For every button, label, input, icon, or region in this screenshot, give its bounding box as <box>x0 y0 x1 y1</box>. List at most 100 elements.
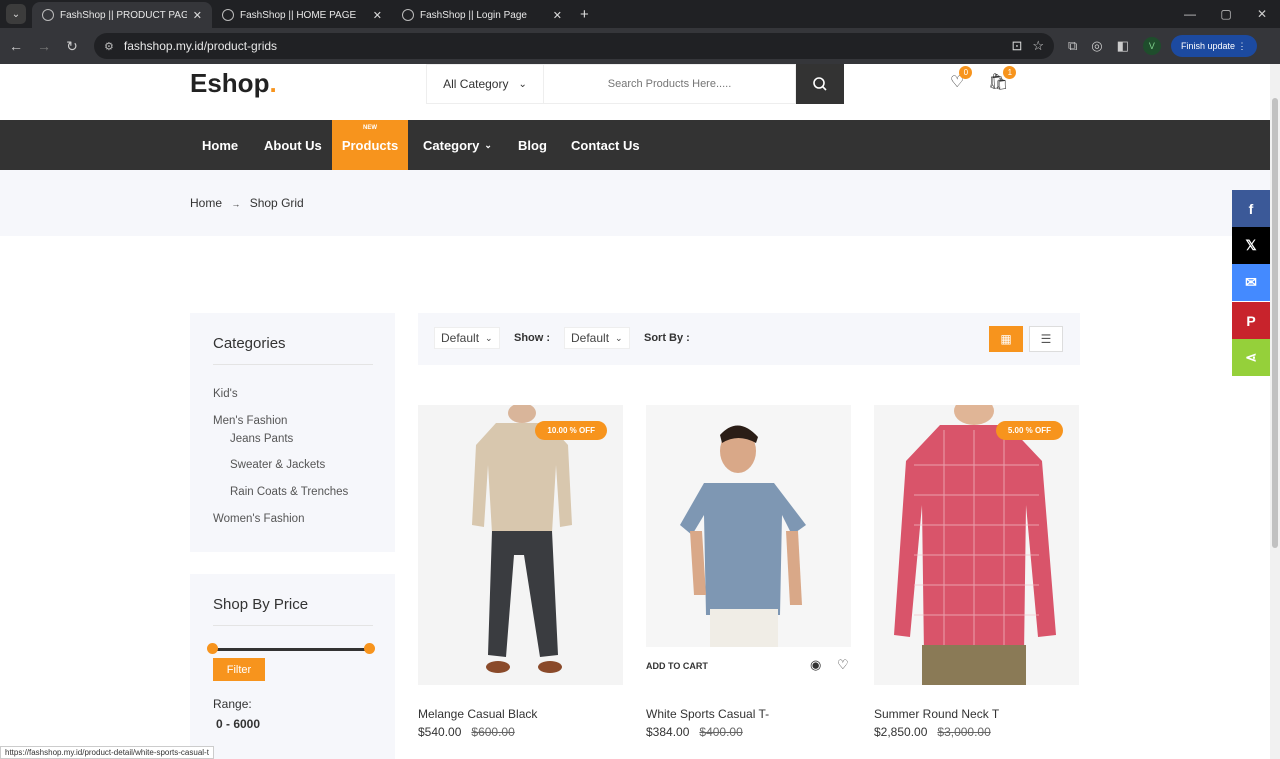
search-field-wrap <box>544 64 796 104</box>
share-icon: ⋖ <box>1245 349 1257 365</box>
discount-badge: 5.00 % OFF <box>995 421 1063 440</box>
product-card[interactable]: ADD TO CART ◉ ♡ White Sports Casual T- $… <box>646 405 851 739</box>
share-messenger-button[interactable]: ✉ <box>1232 264 1270 301</box>
scrollbar-thumb[interactable] <box>1272 98 1278 548</box>
product-card[interactable]: 5.00 % OFF Summer Round Neck T $2,850.00… <box>874 405 1079 739</box>
search-button[interactable] <box>796 64 844 104</box>
price-slider-track[interactable] <box>212 648 370 651</box>
chevron-down-icon: ⌄ <box>518 78 527 90</box>
tab-search-chevron-icon[interactable]: ⌄ <box>6 4 26 24</box>
nav-products[interactable]: NEW Products <box>332 120 408 170</box>
nav-blog[interactable]: Blog <box>518 120 547 170</box>
tab-title: FashShop || HOME PAGE <box>240 9 357 21</box>
nav-category-label: Category <box>423 137 480 153</box>
divider <box>213 625 373 626</box>
omnibox[interactable]: ⚙ fashshop.my.id/product-grids ⊡ ☆ <box>94 33 1054 59</box>
tab-product-page[interactable]: FashShop || PRODUCT PAGE ✕ <box>32 2 212 28</box>
product-image[interactable]: 10.00 % OFF <box>418 405 623 685</box>
sort-select[interactable]: Default ⌄ <box>564 327 630 349</box>
x-icon: 𝕏 <box>1245 237 1257 253</box>
nav-contact-us[interactable]: Contact Us <box>571 120 640 170</box>
minimize-icon[interactable]: — <box>1172 7 1208 21</box>
forward-icon[interactable]: → <box>30 38 58 54</box>
breadcrumb-trail: Home → Shop Grid <box>190 196 304 210</box>
discount-badge: 10.00 % OFF <box>535 421 607 440</box>
install-app-icon[interactable]: ⊡ <box>1011 38 1022 54</box>
side-panel-icon[interactable]: ◧ <box>1117 38 1129 54</box>
back-icon[interactable]: ← <box>2 38 30 54</box>
grid-view-button[interactable]: ▦ <box>989 326 1023 352</box>
wishlist-icon[interactable]: ♡ 0 <box>950 66 973 92</box>
nav-about-us[interactable]: About Us <box>264 120 322 170</box>
category-sweater-jackets[interactable]: Sweater & Jackets <box>230 459 325 471</box>
extensions-icon[interactable]: ⧉ <box>1068 38 1077 54</box>
category-kids[interactable]: Kid's <box>213 388 238 400</box>
tab-login-page[interactable]: FashShop || Login Page ✕ <box>392 2 572 28</box>
search-input[interactable] <box>559 78 780 90</box>
category-womens-fashion[interactable]: Women's Fashion <box>213 513 304 525</box>
product-image[interactable]: ADD TO CART ◉ ♡ <box>646 405 851 685</box>
list-view-button[interactable]: ☰ <box>1029 326 1063 352</box>
category-jeans-pants[interactable]: Jeans Pants <box>230 433 293 445</box>
close-window-icon[interactable]: ✕ <box>1244 7 1280 21</box>
messenger-icon: ✉ <box>1245 274 1257 290</box>
performance-icon[interactable]: ◎ <box>1091 38 1102 54</box>
nav-category[interactable]: Category ⌄ <box>423 120 492 170</box>
share-facebook-button[interactable]: f <box>1232 190 1270 227</box>
new-tab-icon[interactable]: + <box>580 6 589 23</box>
wishlist-heart-icon[interactable]: ♡ <box>837 657 849 673</box>
browser-tab-strip: ⌄ FashShop || PRODUCT PAGE ✕ FashShop ||… <box>0 0 1280 28</box>
sort-select-value: Default <box>571 331 610 345</box>
share-pinterest-button[interactable]: P <box>1232 302 1270 339</box>
product-card[interactable]: 10.00 % OFF Melange Casual Black $540.00… <box>418 405 623 739</box>
product-hover-actions: ADD TO CART ◉ ♡ <box>646 647 851 685</box>
profile-avatar[interactable]: V <box>1142 37 1161 55</box>
product-photo-red-check-shirt <box>874 405 1079 685</box>
cart-icon[interactable]: 🛍 1 <box>988 66 1017 92</box>
categories-box: Categories Kid's Men's Fashion Jeans Pan… <box>190 313 395 552</box>
quick-view-eye-icon[interactable]: ◉ <box>810 657 821 673</box>
category-rain-coats[interactable]: Rain Coats & Trenches <box>230 486 348 498</box>
show-select[interactable]: Default ⌄ <box>434 327 500 349</box>
site-logo[interactable]: Eshop. <box>190 68 277 99</box>
logo-dot: . <box>269 68 277 98</box>
range-label: Range: <box>213 697 252 711</box>
grid-icon: ▦ <box>1000 332 1012 346</box>
close-tab-icon[interactable]: ✕ <box>553 9 562 22</box>
close-tab-icon[interactable]: ✕ <box>373 9 382 22</box>
category-mens-fashion[interactable]: Men's Fashion <box>213 415 287 427</box>
shop-toolbar: Default ⌄ Show : Default ⌄ Sort By : ▦ ☰ <box>418 313 1080 365</box>
finish-update-button[interactable]: Finish update ⋮ <box>1170 35 1257 57</box>
close-tab-icon[interactable]: ✕ <box>193 9 202 22</box>
old-price: $400.00 <box>699 725 743 739</box>
breadcrumb-home[interactable]: Home <box>190 196 222 210</box>
share-more-button[interactable]: ⋖ <box>1232 339 1270 376</box>
filter-button[interactable]: Filter <box>213 658 265 681</box>
categories-title: Categories <box>213 335 286 352</box>
product-name[interactable]: Summer Round Neck T <box>874 707 999 721</box>
address-bar-row: ← → ↻ ⚙ fashshop.my.id/product-grids ⊡ ☆… <box>0 28 1280 64</box>
product-image[interactable]: 5.00 % OFF <box>874 405 1079 685</box>
category-select-value: All Category <box>443 77 509 91</box>
maximize-icon[interactable]: ▢ <box>1208 7 1244 21</box>
nav-home[interactable]: Home <box>202 120 238 170</box>
category-select[interactable]: All Category ⌄ <box>426 64 544 104</box>
price-slider-min-handle[interactable] <box>207 643 218 654</box>
main-nav: Home About Us NEW Products Category ⌄ Blo… <box>0 120 1270 170</box>
breadcrumb-current: Shop Grid <box>249 196 304 210</box>
url-text[interactable]: fashshop.my.id/product-grids <box>124 39 1002 53</box>
site-settings-icon[interactable]: ⚙ <box>104 40 114 53</box>
tab-home-page[interactable]: FashShop || HOME PAGE ✕ <box>212 2 392 28</box>
facebook-icon: f <box>1248 200 1254 217</box>
reload-icon[interactable]: ↻ <box>58 38 86 55</box>
price-slider-max-handle[interactable] <box>364 643 375 654</box>
product-name[interactable]: White Sports Casual T- <box>646 707 769 721</box>
current-price: $384.00 <box>646 725 690 739</box>
page-scrollbar[interactable] <box>1270 64 1280 759</box>
product-name[interactable]: Melange Casual Black <box>418 707 537 721</box>
add-to-cart-button[interactable]: ADD TO CART <box>646 661 708 671</box>
status-bar-url: https://fashshop.my.id/product-detail/wh… <box>0 746 214 759</box>
window-controls: — ▢ ✕ <box>1172 0 1280 28</box>
share-x-button[interactable]: 𝕏 <box>1232 227 1270 264</box>
bookmark-star-icon[interactable]: ☆ <box>1032 38 1044 54</box>
